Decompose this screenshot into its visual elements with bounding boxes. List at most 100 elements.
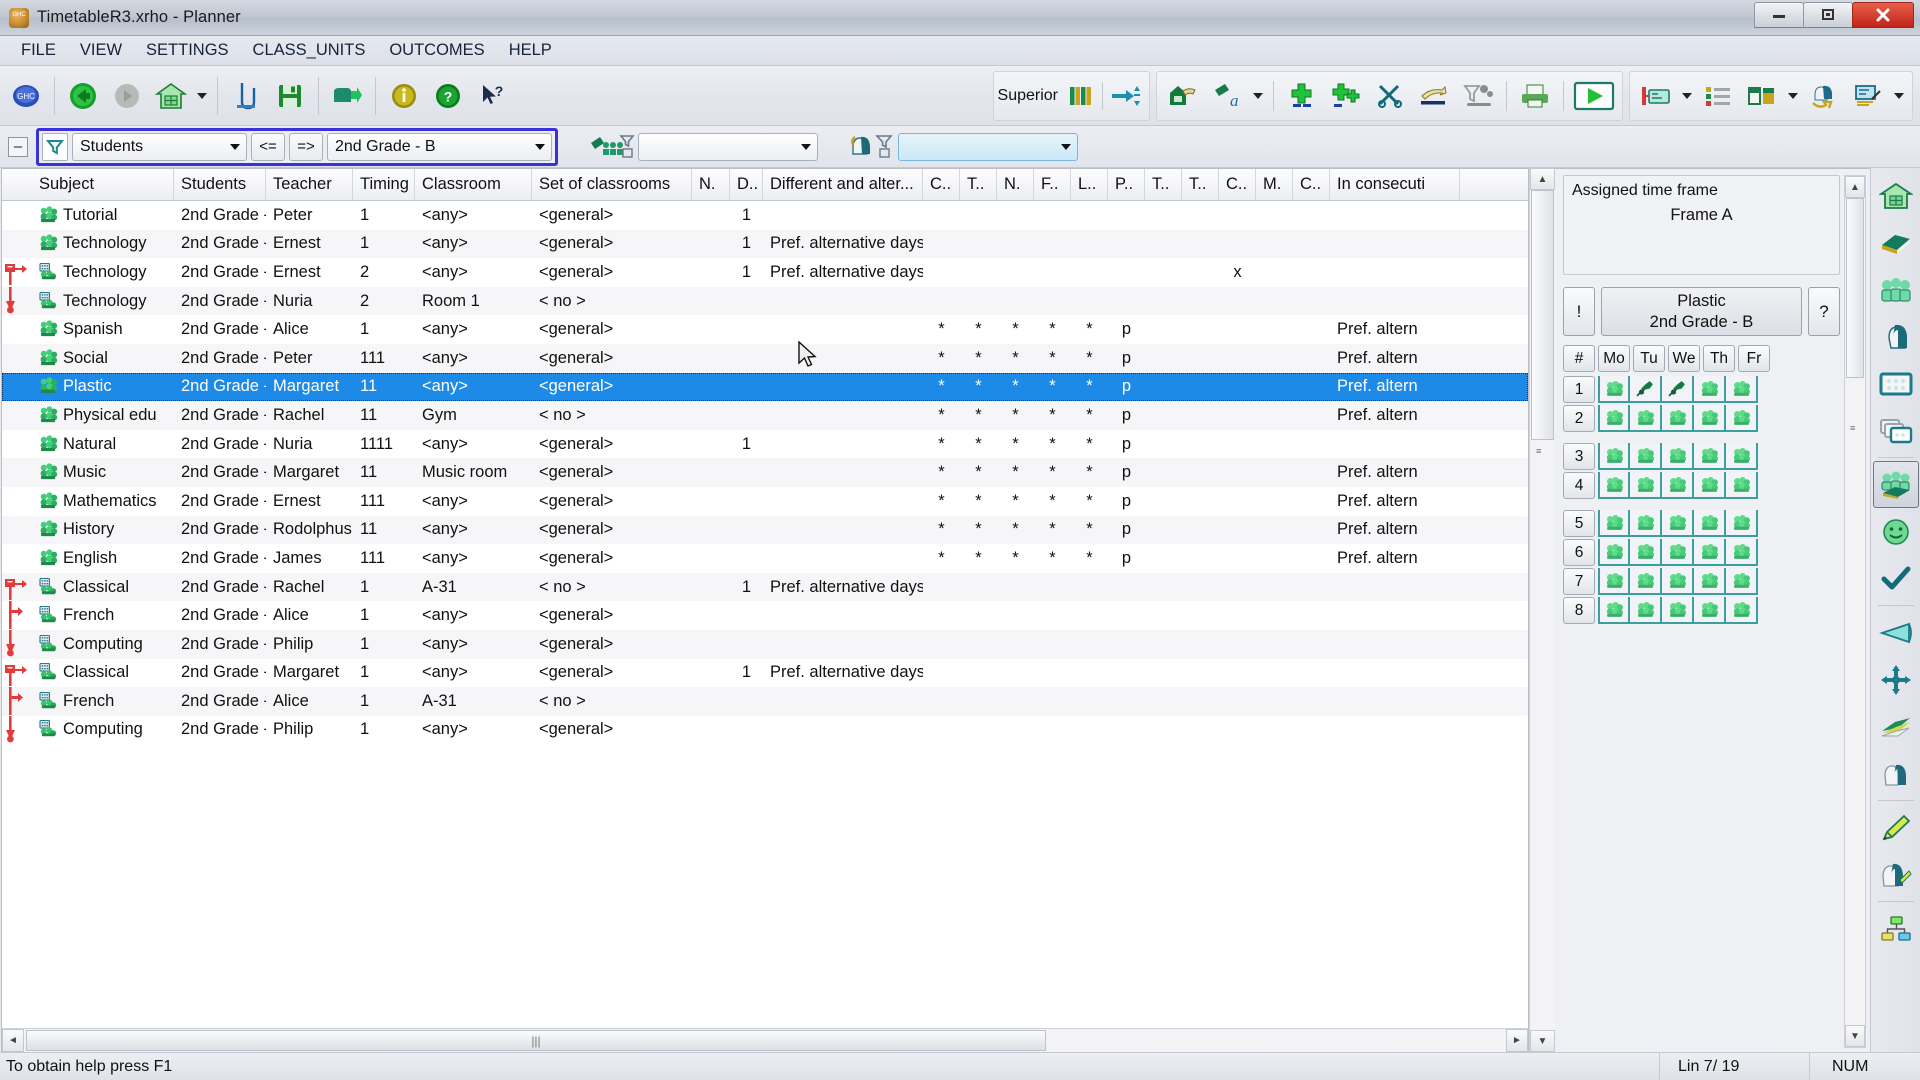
period-number[interactable]: 4 (1563, 472, 1595, 500)
time-slot-cell[interactable] (1598, 597, 1630, 625)
time-slot-cell[interactable] (1630, 376, 1662, 404)
hscroll-left-arrow[interactable]: ◄ (2, 1029, 24, 1052)
time-slot-cell[interactable] (1630, 510, 1662, 538)
table-row[interactable]: Computing 2nd Grade - B Philip 1 <any> <gener… (2, 629, 1528, 659)
teacher-head-icon[interactable] (1873, 313, 1919, 360)
column-header[interactable]: In consecuti (1330, 169, 1460, 200)
table-row[interactable]: Tutorial 2nd Grade - B Peter 1 <any> <general… (2, 201, 1528, 230)
table-row[interactable]: Social 2nd Grade - B Peter 111 <any> <general… (2, 343, 1528, 373)
selected-unit-button[interactable]: Plastic 2nd Grade - B (1601, 287, 1802, 337)
column-header[interactable]: D.. (730, 169, 763, 200)
people-pair-icon[interactable] (1873, 750, 1919, 797)
list-view-icon[interactable] (1696, 72, 1740, 120)
column-header[interactable]: Students (174, 169, 266, 200)
vscroll-thumb[interactable] (1531, 190, 1554, 440)
hscroll-track[interactable]: ||| (24, 1029, 1506, 1052)
time-slot-cell[interactable] (1662, 597, 1694, 625)
panel-scroll-up-arrow[interactable]: ▲ (1845, 176, 1865, 198)
time-slot-cell[interactable] (1630, 443, 1662, 471)
table-row[interactable]: English 2nd Grade - B James 111 <any> <genera… (2, 544, 1528, 573)
time-slot-cell[interactable] (1726, 405, 1758, 433)
run-play-icon[interactable] (1570, 72, 1618, 120)
column-header[interactable]: N. (692, 169, 730, 200)
table-row[interactable]: Classical 2nd Grade - B Rachel 1 A-31 < no > 1… (2, 572, 1528, 602)
time-slot-cell[interactable] (1726, 539, 1758, 567)
pencil-icon[interactable] (1873, 804, 1919, 851)
period-number[interactable]: 8 (1563, 597, 1595, 625)
hscroll-thumb[interactable]: ||| (26, 1030, 1046, 1051)
column-header[interactable]: Teacher (266, 169, 353, 200)
grid-horizontal-scrollbar[interactable]: ◄ ||| ► (2, 1028, 1528, 1052)
context-help-icon[interactable]: ? (470, 72, 514, 120)
collapse-filter-button[interactable]: – (8, 136, 28, 157)
panel-scroll-thumb[interactable] (1846, 198, 1864, 378)
hand-assign-icon[interactable] (1412, 72, 1456, 120)
grid-vertical-scrollbar[interactable]: ▲ ≡ ▼ (1529, 168, 1555, 1052)
check-mark-icon[interactable] (1873, 555, 1919, 602)
panel-scroll-track[interactable]: ≡ (1845, 198, 1865, 1025)
time-slot-cell[interactable] (1598, 405, 1630, 433)
day-header[interactable]: Mo (1598, 345, 1630, 373)
assign-classroom-icon[interactable] (1161, 72, 1205, 120)
info-icon[interactable] (382, 72, 426, 120)
chevron-down-icon[interactable] (529, 134, 551, 160)
table-row[interactable]: Music 2nd Grade - B Margaret 11 Music room <g… (2, 458, 1528, 487)
time-slot-cell[interactable] (1694, 510, 1726, 538)
column-header[interactable]: Subject (32, 169, 174, 200)
move-cross-icon[interactable] (1873, 656, 1919, 703)
filter-next-button[interactable]: => (289, 132, 323, 161)
filter-value-combo[interactable]: 2nd Grade - B (327, 132, 552, 161)
period-number[interactable]: 2 (1563, 405, 1595, 433)
table-row[interactable]: French 2nd Grade - B Alice 1 <any> <general> (2, 601, 1528, 630)
column-header[interactable]: T.. (1182, 169, 1219, 200)
period-number[interactable]: 5 (1563, 510, 1595, 538)
time-slot-cell[interactable] (1726, 443, 1758, 471)
time-slot-cell[interactable] (1662, 539, 1694, 567)
timetable-caret[interactable] (1678, 72, 1696, 120)
teacher-filter-combo[interactable] (898, 132, 1078, 161)
group-filter-icon[interactable] (586, 133, 638, 161)
table-row[interactable]: Technology 2nd Grade - B Nuria 2 Room 1 < no … (2, 286, 1528, 316)
column-header[interactable]: C.. (1219, 169, 1256, 200)
time-slot-cell[interactable] (1598, 568, 1630, 596)
time-slot-cell[interactable] (1694, 539, 1726, 567)
menu-item-outcomes[interactable]: OUTCOMES (378, 38, 495, 63)
table-row[interactable]: Spanish 2nd Grade - B Alice 1 <any> <general>… (2, 315, 1528, 344)
books-stack-icon[interactable] (1873, 703, 1919, 750)
time-slot-cell[interactable] (1726, 472, 1758, 500)
time-slot-cell[interactable] (1630, 472, 1662, 500)
time-slot-cell[interactable] (1694, 472, 1726, 500)
chevron-down-icon[interactable] (795, 134, 817, 160)
filter-prev-button[interactable]: <= (251, 132, 285, 161)
group-filter-combo[interactable] (638, 132, 818, 161)
time-slot-cell[interactable] (1662, 443, 1694, 471)
student-groups-icon[interactable] (1873, 266, 1919, 313)
time-slot-cell[interactable] (1694, 405, 1726, 433)
vscroll-track[interactable]: ≡ (1530, 190, 1555, 1030)
menu-item-view[interactable]: VIEW (69, 38, 133, 63)
time-slot-cell[interactable] (1662, 376, 1694, 404)
board-caret[interactable] (1890, 72, 1908, 120)
table-row[interactable]: Mathematics 2nd Grade - B Ernest 111 <any> <g… (2, 487, 1528, 516)
time-slot-cell[interactable] (1726, 568, 1758, 596)
time-slot-cell[interactable] (1662, 472, 1694, 500)
period-number[interactable]: 1 (1563, 376, 1595, 404)
close-button[interactable] (1852, 2, 1914, 28)
label-a-icon[interactable]: a (1205, 72, 1249, 120)
open-file-icon[interactable] (224, 72, 268, 120)
day-header[interactable]: We (1668, 345, 1700, 373)
period-number[interactable]: 3 (1563, 443, 1595, 471)
print-icon[interactable] (1513, 72, 1557, 120)
time-slot-cell[interactable] (1598, 472, 1630, 500)
school-home-icon[interactable] (1873, 172, 1919, 219)
table-row[interactable]: History 2nd Grade - B Rodolphus 11 <any> <gen… (2, 515, 1528, 545)
add-unit-icon[interactable] (1280, 72, 1324, 120)
panel-scroll-down-arrow[interactable]: ▼ (1845, 1025, 1865, 1047)
time-slot-cell[interactable] (1662, 405, 1694, 433)
time-slot-cell[interactable] (1630, 597, 1662, 625)
classroom-icon[interactable] (1873, 360, 1919, 407)
table-row[interactable]: Physical edu 2nd Grade - B Rachel 11 Gym < no… (2, 401, 1528, 430)
subjects-book-icon[interactable] (1873, 219, 1919, 266)
chevron-down-icon[interactable] (224, 134, 246, 160)
books-column-icon[interactable] (1064, 72, 1098, 120)
